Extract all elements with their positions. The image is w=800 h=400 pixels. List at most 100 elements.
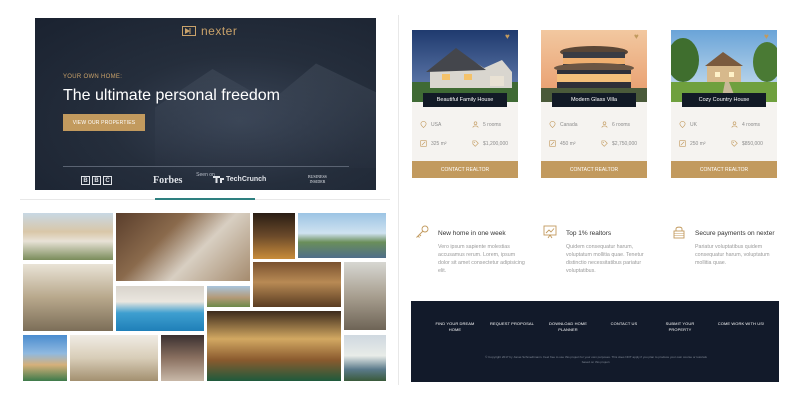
property-rooms: 4 rooms [731,121,760,128]
person-icon [731,121,738,128]
footer-nav-submit-property[interactable]: SUBMIT YOUR PROPERTY [656,321,704,333]
gallery-image-beach-house[interactable] [298,213,386,258]
property-price: $2,750,000 [601,140,637,147]
price-text: $850,000 [742,140,763,147]
techcrunch-text: TechCrunch [226,176,267,183]
footer-nav-find-home[interactable]: FIND YOUR DREAM HOME [431,321,479,333]
country-house-image [671,30,777,102]
map-pin-icon [549,121,556,128]
rooms-text: 4 rooms [742,121,761,128]
bi-line: INSIDER [309,179,326,184]
forbes-logo: Forbes [153,175,183,186]
price-tag-icon [472,140,479,147]
contact-realtor-button[interactable]: CONTACT REALTOR [671,161,777,178]
person-icon [601,121,608,128]
footer-nav-line: COME WORK WITH US! [717,321,765,326]
feature-title: New home in one week [438,230,506,237]
property-card: ♥ Cozy Country House UK 4 rooms 250 m² $… [671,30,777,178]
gallery-image-billiard-room[interactable] [207,311,341,381]
footer-nav-line: PLANNER [558,327,578,332]
person-icon [472,121,479,128]
chart-icon [543,225,557,239]
map-pin-icon [420,121,427,128]
contact-realtor-button[interactable]: CONTACT REALTOR [541,161,647,178]
logo-icon [182,26,196,36]
gallery-image-dining-room[interactable] [253,262,341,307]
rooms-text: 5 rooms [483,121,502,128]
favorite-heart-icon[interactable]: ♥ [634,33,642,41]
business-insider-logo: BUSINESS INSIDER [308,174,327,184]
property-image[interactable]: ♥ [541,30,647,102]
feature-text: Quidem consequatur harum, voluptatum mol… [566,244,644,274]
property-title: Beautiful Family House [423,93,507,107]
footer-nav-request-proposal[interactable]: REQUEST PROPOSAL [488,321,536,327]
property-card: ♥ Beautiful Family House USA 5 rooms 325… [412,30,518,178]
property-price: $1,200,000 [472,140,508,147]
gallery-image-kitchen[interactable] [253,213,295,259]
property-country: USA [420,121,441,128]
family-house-image [412,30,518,102]
gallery-image-indoor-pool[interactable] [116,286,204,331]
feature-text: Vero ipsum sapiente molestias accusamus … [438,244,525,274]
gallery-image-countryside[interactable] [207,286,250,307]
footer: FIND YOUR DREAM HOME REQUEST PROPOSAL DO… [411,301,779,382]
footer-nav-line: HOME [448,327,462,332]
area-text: 250 m² [690,140,706,147]
glass-villa-image [541,30,647,102]
expand-icon [679,140,686,147]
feature-title: Secure payments on nexter [695,230,775,237]
contact-realtor-button[interactable]: CONTACT REALTOR [412,161,518,178]
logo-text: nexter [201,24,238,38]
gallery-image-bedroom[interactable] [23,264,113,331]
lock-icon [673,226,685,239]
hero-section: nexter YOUR OWN HOME: The ultimate perso… [35,18,376,190]
footer-nav-contact-us[interactable]: CONTACT US [600,321,648,327]
property-title: Cozy Country House [682,93,766,107]
feature-title: Top 1% realtors [566,230,612,237]
techcrunch-icon [213,176,224,183]
view-properties-button[interactable]: VIEW OUR PROPERTIES [63,114,145,131]
gallery-image-bathroom[interactable] [70,335,158,381]
panel-divider [398,15,399,385]
favorite-heart-icon[interactable]: ♥ [505,33,513,41]
expand-icon [549,140,556,147]
price-text: $2,750,000 [612,140,638,147]
footer-nav-work-with-us[interactable]: COME WORK WITH US! [711,321,771,327]
property-area: 325 m² [420,140,447,147]
gallery-image-living-room[interactable] [116,213,250,281]
price-tag-icon [601,140,608,147]
property-area: 450 m² [549,140,576,147]
gallery-image-study[interactable] [161,335,204,381]
footer-nav-line: REQUEST PROPOSAL [490,321,534,326]
country-text: USA [431,121,442,128]
property-rooms: 6 rooms [601,121,630,128]
property-image[interactable]: ♥ [671,30,777,102]
carousel-progress-indicator[interactable] [155,198,255,200]
area-text: 450 m² [560,140,576,147]
techcrunch-logo: TechCrunch [213,176,266,183]
key-icon [416,225,429,238]
gallery-image-villa[interactable] [23,335,67,381]
property-country: UK [679,121,697,128]
bbc-logo: B B C [81,176,112,185]
gallery-image-house-exterior[interactable] [23,213,113,260]
price-text: $1,200,000 [483,140,509,147]
copyright-text: © Copyright 2017 by Jonas Schmedtmann. F… [485,355,707,364]
country-text: UK [690,121,697,128]
property-area: 250 m² [679,140,706,147]
favorite-heart-icon[interactable]: ♥ [764,33,772,41]
property-price: $850,000 [731,140,763,147]
gallery-image-hallway[interactable] [344,262,386,330]
footer-nav-download-planner[interactable]: DOWNLOAD HOME PLANNER [544,321,592,333]
bbc-letter: B [81,176,90,185]
bbc-letter: B [92,176,101,185]
property-image[interactable]: ♥ [412,30,518,102]
nexter-logo[interactable]: nexter [182,24,237,38]
map-pin-icon [679,121,686,128]
gallery-image-modern-house[interactable] [344,335,386,381]
area-text: 325 m² [431,140,447,147]
property-country: Canada [549,121,578,128]
property-title: Modern Glass Villa [552,93,636,107]
feature-text: Pariatur voluptatibus quidem consequatur… [695,244,770,266]
rooms-text: 6 rooms [612,121,631,128]
